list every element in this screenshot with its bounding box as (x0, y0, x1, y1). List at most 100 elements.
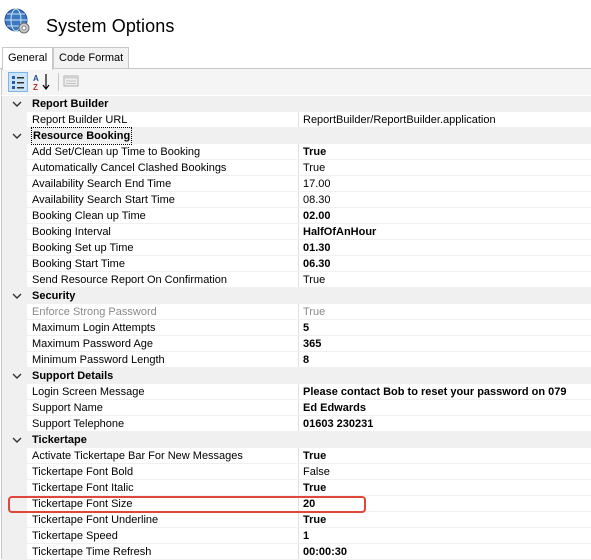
row-gutter (2, 544, 27, 560)
column-divider[interactable] (298, 224, 299, 240)
column-divider[interactable] (298, 544, 299, 560)
property-row-send-resource-report-on-confirmation[interactable]: Send Resource Report On Confirmation True (2, 272, 591, 288)
chevron-down-icon[interactable] (11, 128, 23, 144)
property-row-tickertape-time-refresh[interactable]: Tickertape Time Refresh 00:00:30 (2, 544, 591, 560)
property-row-tickertape-font-size[interactable]: Tickertape Font Size 20 (2, 496, 591, 512)
column-divider[interactable] (298, 480, 299, 496)
tab-general[interactable]: General (2, 47, 54, 70)
chevron-down-icon[interactable] (11, 288, 23, 304)
property-row-login-screen-message[interactable]: Login Screen Message Please contact Bob t… (2, 384, 591, 400)
window-title: System Options (46, 16, 175, 36)
property-row-booking-start-time[interactable]: Booking Start Time 06.30 (2, 256, 591, 272)
column-divider[interactable] (298, 240, 299, 256)
property-row-report-builder-url[interactable]: Report Builder URL ReportBuilder/ReportBu… (2, 112, 591, 128)
property-value[interactable]: 08.30 (303, 192, 591, 208)
column-divider[interactable] (298, 160, 299, 176)
categorized-button[interactable] (8, 72, 28, 92)
property-row-activate-tickertape-bar-for-new-messages[interactable]: Activate Tickertape Bar For New Messages… (2, 448, 591, 464)
property-value[interactable]: 00:00:30 (303, 544, 591, 560)
property-row-support-telephone[interactable]: Support Telephone 01603 230231 (2, 416, 591, 432)
property-value[interactable]: 06.30 (303, 256, 591, 272)
property-value[interactable]: False (303, 464, 591, 480)
property-value[interactable]: True (303, 144, 591, 160)
column-divider[interactable] (298, 144, 299, 160)
category-support-details[interactable]: Support Details (2, 368, 591, 384)
property-name: Availability Search End Time (32, 178, 172, 190)
property-value[interactable]: True (303, 448, 591, 464)
column-divider[interactable] (298, 256, 299, 272)
property-name: Tickertape Speed (32, 530, 118, 542)
category-tickertape[interactable]: Tickertape (2, 432, 591, 448)
property-name: Tickertape Font Underline (32, 514, 159, 526)
property-value[interactable]: 01603 230231 (303, 416, 591, 432)
row-gutter (2, 416, 27, 432)
property-value[interactable]: 8 (303, 352, 591, 368)
property-value[interactable]: True (303, 304, 591, 320)
column-divider[interactable] (298, 496, 299, 512)
column-divider[interactable] (298, 272, 299, 288)
column-divider[interactable] (298, 416, 299, 432)
property-row-enforce-strong-password[interactable]: Enforce Strong Password True (2, 304, 591, 320)
column-divider[interactable] (298, 528, 299, 544)
globe-settings-icon (4, 8, 30, 34)
property-row-booking-clean-up-time[interactable]: Booking Clean up Time 02.00 (2, 208, 591, 224)
property-name: Minimum Password Length (32, 354, 165, 366)
property-row-tickertape-font-underline[interactable]: Tickertape Font Underline True (2, 512, 591, 528)
property-value[interactable]: 01.30 (303, 240, 591, 256)
property-name: Tickertape Font Bold (32, 466, 134, 478)
property-row-booking-set-up-time[interactable]: Booking Set up Time 01.30 (2, 240, 591, 256)
property-value[interactable]: True (303, 512, 591, 528)
column-divider[interactable] (298, 400, 299, 416)
property-value[interactable]: 365 (303, 336, 591, 352)
column-divider[interactable] (298, 192, 299, 208)
tab-code-format[interactable]: Code Format (53, 47, 130, 68)
property-value[interactable]: 02.00 (303, 208, 591, 224)
property-row-add-set-clean-up-time-to-booking[interactable]: Add Set/Clean up Time to Booking True (2, 144, 591, 160)
property-row-availability-search-start-time[interactable]: Availability Search Start Time 08.30 (2, 192, 591, 208)
property-value[interactable]: 5 (303, 320, 591, 336)
column-divider[interactable] (298, 352, 299, 368)
property-value[interactable]: 17.00 (303, 176, 591, 192)
property-value[interactable]: True (303, 272, 591, 288)
property-value[interactable]: ReportBuilder/ReportBuilder.application (303, 112, 591, 128)
row-gutter (2, 528, 27, 544)
chevron-down-icon[interactable] (11, 368, 23, 384)
column-divider[interactable] (298, 176, 299, 192)
property-pages-button[interactable] (62, 72, 82, 92)
category-report-builder[interactable]: Report Builder (2, 96, 591, 112)
property-row-tickertape-font-bold[interactable]: Tickertape Font Bold False (2, 464, 591, 480)
property-row-maximum-password-age[interactable]: Maximum Password Age 365 (2, 336, 591, 352)
property-value[interactable]: True (303, 160, 591, 176)
property-row-maximum-login-attempts[interactable]: Maximum Login Attempts 5 (2, 320, 591, 336)
column-divider[interactable] (298, 112, 299, 128)
chevron-down-icon[interactable] (11, 432, 23, 448)
column-divider[interactable] (298, 336, 299, 352)
column-divider[interactable] (298, 304, 299, 320)
property-value[interactable]: Please contact Bob to reset your passwor… (303, 384, 591, 400)
row-gutter (2, 496, 27, 512)
column-divider[interactable] (298, 448, 299, 464)
property-value[interactable]: True (303, 480, 591, 496)
column-divider[interactable] (298, 320, 299, 336)
property-value[interactable]: 1 (303, 528, 591, 544)
column-divider[interactable] (298, 208, 299, 224)
property-row-availability-search-end-time[interactable]: Availability Search End Time 17.00 (2, 176, 591, 192)
property-row-booking-interval[interactable]: Booking Interval HalfOfAnHour (2, 224, 591, 240)
property-value[interactable]: HalfOfAnHour (303, 224, 591, 240)
alphabetical-sort-icon: A Z (33, 74, 50, 92)
category-security[interactable]: Security (2, 288, 591, 304)
property-row-tickertape-font-italic[interactable]: Tickertape Font Italic True (2, 480, 591, 496)
row-gutter (2, 512, 27, 528)
property-value[interactable]: 20 (303, 496, 591, 512)
property-value[interactable]: Ed Edwards (303, 400, 591, 416)
property-row-automatically-cancel-clashed-bookings[interactable]: Automatically Cancel Clashed Bookings Tru… (2, 160, 591, 176)
alphabetical-button[interactable]: A Z (32, 72, 52, 92)
column-divider[interactable] (298, 464, 299, 480)
column-divider[interactable] (298, 512, 299, 528)
category-resource-booking[interactable]: Resource Booking (2, 127, 591, 145)
property-row-minimum-password-length[interactable]: Minimum Password Length 8 (2, 352, 591, 368)
chevron-down-icon[interactable] (11, 96, 23, 112)
property-row-support-name[interactable]: Support Name Ed Edwards (2, 400, 591, 416)
property-row-tickertape-speed[interactable]: Tickertape Speed 1 (2, 528, 591, 544)
column-divider[interactable] (298, 384, 299, 400)
